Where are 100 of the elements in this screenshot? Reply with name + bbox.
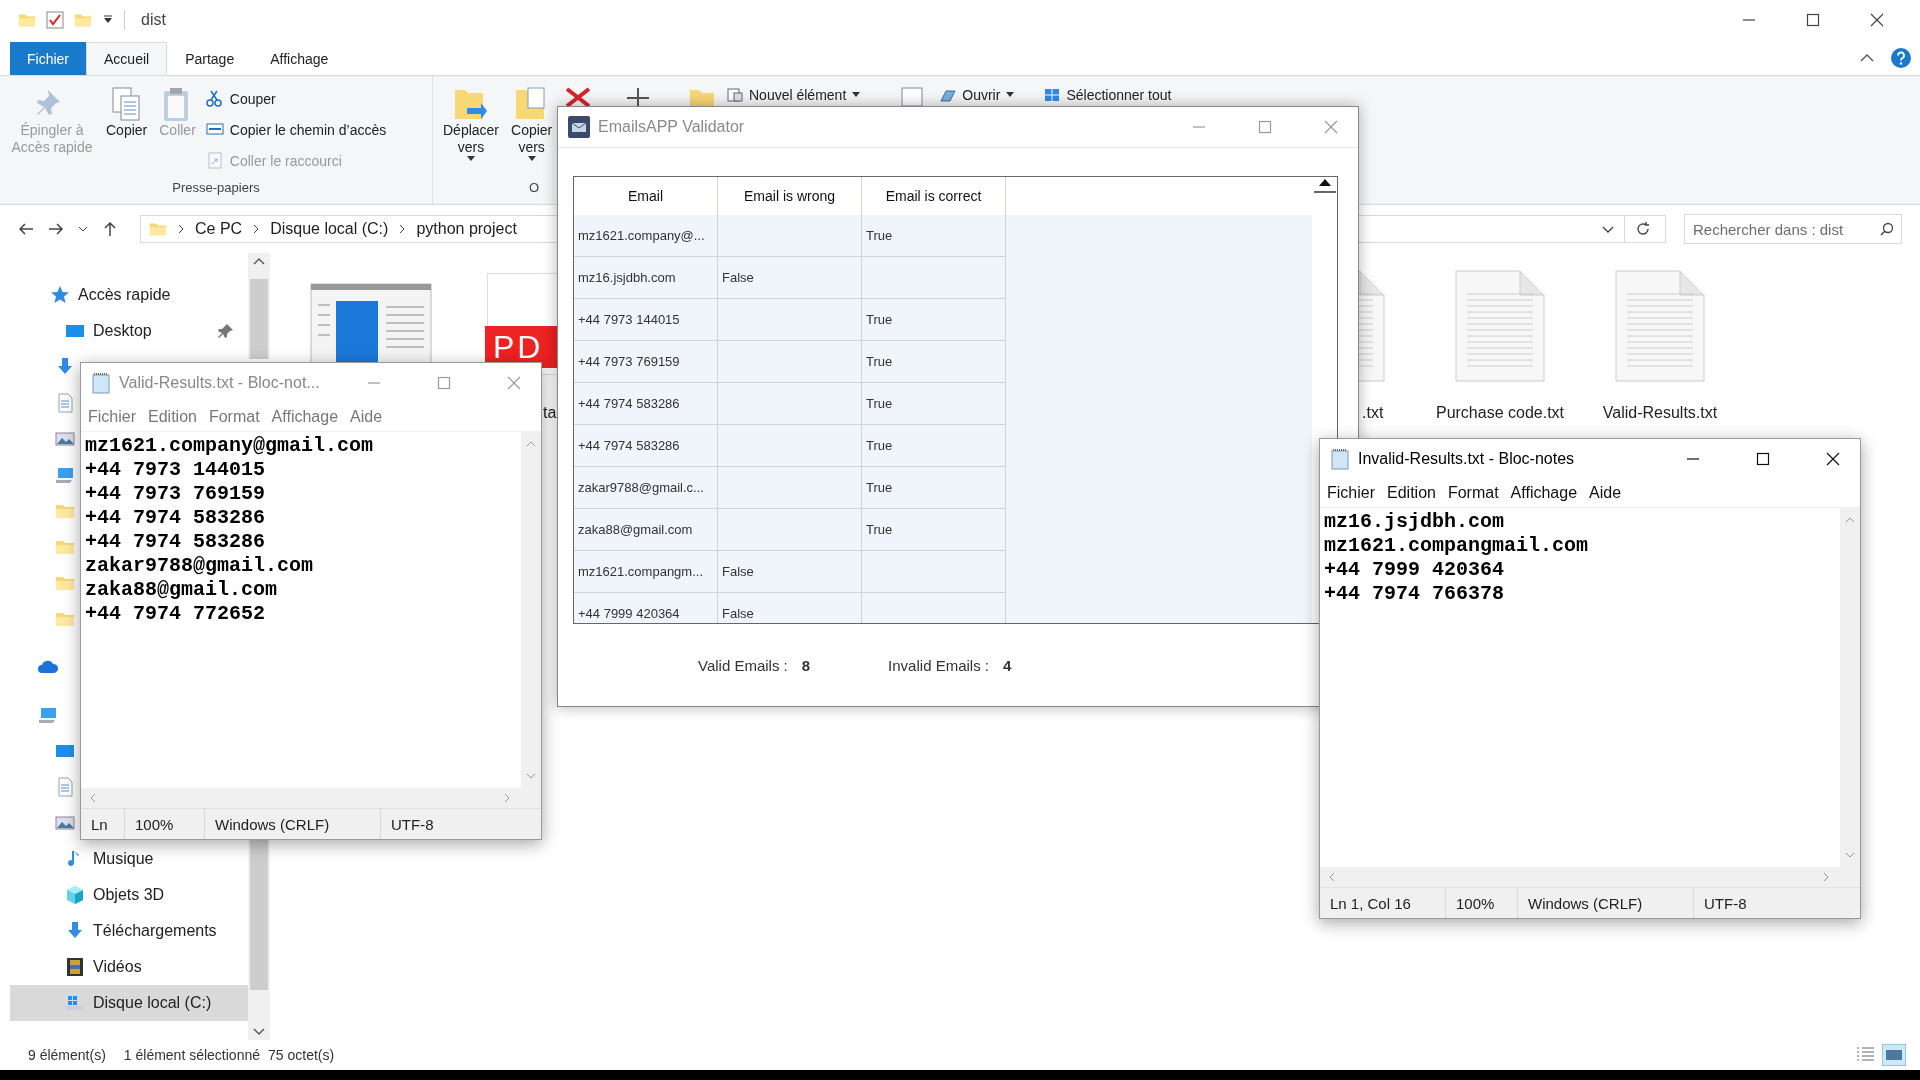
chevron-up-icon[interactable] (253, 257, 265, 265)
menu-item[interactable]: Edition (1382, 482, 1441, 504)
cube-icon (65, 885, 85, 905)
table-cell: +44 7973 144015 (574, 299, 718, 341)
text-area[interactable]: mz1621.company@gmail.com +44 7973 144015 +44 7973 769159 +44 7974 583286 +44 7974 583286 zakar9788@gmail.com zaka88@gmail.com +44 7974 772652 (81, 432, 521, 788)
up-arrow-icon[interactable] (102, 221, 118, 237)
picture-icon (55, 813, 75, 833)
caret-icon (467, 156, 475, 162)
menu-item[interactable]: Format (1442, 482, 1504, 504)
breadcrumb-item[interactable]: python project (416, 220, 517, 238)
nav-item[interactable]: Disque local (C:) (10, 985, 248, 1021)
ribbon-button[interactable]: Ouvrir (940, 84, 1015, 106)
status-text: UTF-8 (1703, 893, 1747, 914)
menu-item[interactable]: Fichier (83, 406, 141, 428)
close-icon[interactable] (1826, 452, 1840, 466)
window-title: EmailsAPP Validator (598, 118, 745, 136)
document-icon (55, 393, 75, 413)
file-name: .txt (1362, 403, 1384, 423)
chevron-down-icon[interactable] (1602, 224, 1614, 234)
help-icon[interactable] (1890, 47, 1912, 69)
menu-item[interactable]: Affichage (1505, 482, 1583, 504)
table-cell: +44 7973 769159 (574, 341, 718, 383)
nav-item[interactable]: Objets 3D (10, 877, 248, 913)
status-text: 100% (1446, 888, 1518, 918)
file-name: Purchase code.txt (1435, 403, 1565, 423)
caret-icon (1006, 92, 1015, 98)
breadcrumb-item[interactable]: Ce PC (195, 220, 243, 238)
computer-icon (38, 705, 58, 725)
table-cell: mz16.jsjdbh.com (574, 257, 718, 299)
ribbon-button[interactable]: Copier (102, 86, 152, 180)
new-item-icon (727, 88, 743, 102)
ribbon-button[interactable]: Nouvel élément (727, 84, 861, 106)
ribbon-button[interactable]: Copier vers (507, 86, 557, 180)
summary-label: Invalid Emails : (888, 656, 989, 674)
window-title: dist (141, 11, 166, 29)
close-icon[interactable] (1870, 13, 1884, 27)
status-text: 1 élément sélectionné (123, 1047, 260, 1063)
scroll-up-icon[interactable] (1318, 177, 1332, 187)
summary-label: Valid Emails : (698, 656, 788, 674)
group-label: Presse-papiers (171, 180, 261, 197)
film-icon (65, 957, 85, 977)
menu-item[interactable]: Aide (1584, 482, 1627, 504)
scissors-icon (205, 90, 224, 108)
table-cell: mz1621.company@... (574, 215, 718, 257)
table-cell: +44 7999 420364 (574, 593, 718, 623)
menu-item[interactable]: Format (203, 406, 265, 428)
nav-item[interactable]: Vidéos (10, 949, 248, 985)
text-area[interactable]: mz16.jsjdbh.com mz1621.compangmail.com +44 7999 420364 +44 7974 766378 (1320, 508, 1840, 867)
menu-item[interactable]: Affichage (266, 406, 344, 428)
large-icons-view-icon[interactable] (1882, 1044, 1906, 1066)
summary-value: 8 (801, 656, 811, 674)
text-file-icon (1615, 270, 1705, 382)
breadcrumb-item[interactable]: Disque local (C:) (270, 220, 389, 238)
ribbon-tab[interactable]: Partage (167, 42, 253, 75)
details-view-icon[interactable] (1854, 1044, 1876, 1064)
ribbon-button[interactable]: Sélectionner tout (1044, 84, 1172, 106)
chevron-left-icon[interactable] (1328, 872, 1335, 882)
chevron-left-icon[interactable] (89, 793, 96, 803)
document-icon (55, 777, 75, 797)
chevron-right-icon[interactable] (1823, 872, 1830, 882)
star-icon (50, 285, 70, 305)
computer-icon (55, 465, 75, 485)
column-header: Email is wrong (718, 177, 862, 215)
file-menu-tab[interactable]: Fichier (10, 42, 86, 75)
delete-icon[interactable] (563, 86, 593, 106)
ribbon-button[interactable]: Couper (203, 86, 389, 112)
ribbon-button[interactable]: Copier le chemin d’accès (203, 117, 389, 143)
table-cell: True (862, 299, 1006, 341)
nav-item[interactable]: Téléchargements (10, 913, 248, 949)
caret-icon (527, 156, 536, 162)
status-text: 9 élément(s) (28, 1047, 106, 1063)
table-cell: False (718, 257, 862, 299)
menu-item[interactable]: Fichier (1322, 482, 1380, 504)
status-text: Windows (CRLF) (205, 809, 381, 839)
chevron-down-icon[interactable] (78, 224, 88, 234)
checkmark-icon[interactable] (46, 11, 64, 29)
ribbon-tab[interactable]: Accueil (86, 42, 168, 75)
maximize-icon[interactable] (1806, 13, 1820, 27)
column-header: Email (574, 177, 718, 215)
shortcut-icon (205, 152, 224, 170)
caret-icon (852, 92, 861, 98)
ribbon-tab[interactable]: Affichage (252, 42, 347, 75)
nav-item[interactable]: Musique (10, 841, 248, 877)
maximize-icon[interactable] (1756, 452, 1770, 466)
back-arrow-icon[interactable] (18, 221, 34, 237)
chevron-up-icon[interactable] (1860, 53, 1874, 63)
nav-item[interactable]: Accès rapide (10, 277, 248, 313)
column-header: Email is correct (862, 177, 1006, 215)
forward-arrow-icon[interactable] (48, 221, 64, 237)
ribbon-button[interactable]: Déplacer vers (439, 86, 504, 180)
refresh-icon[interactable] (1635, 221, 1651, 237)
nav-item[interactable]: Desktop (10, 313, 248, 349)
table-cell: True (862, 383, 1006, 425)
chevron-down-icon[interactable] (253, 1028, 265, 1036)
menu-item[interactable]: Aide (345, 406, 388, 428)
search-field[interactable]: Rechercher dans : dist (1684, 214, 1902, 244)
chevron-right-icon[interactable] (504, 793, 511, 803)
table-cell: False (718, 593, 862, 623)
group-label: O (527, 180, 539, 197)
menu-item[interactable]: Edition (143, 406, 202, 428)
